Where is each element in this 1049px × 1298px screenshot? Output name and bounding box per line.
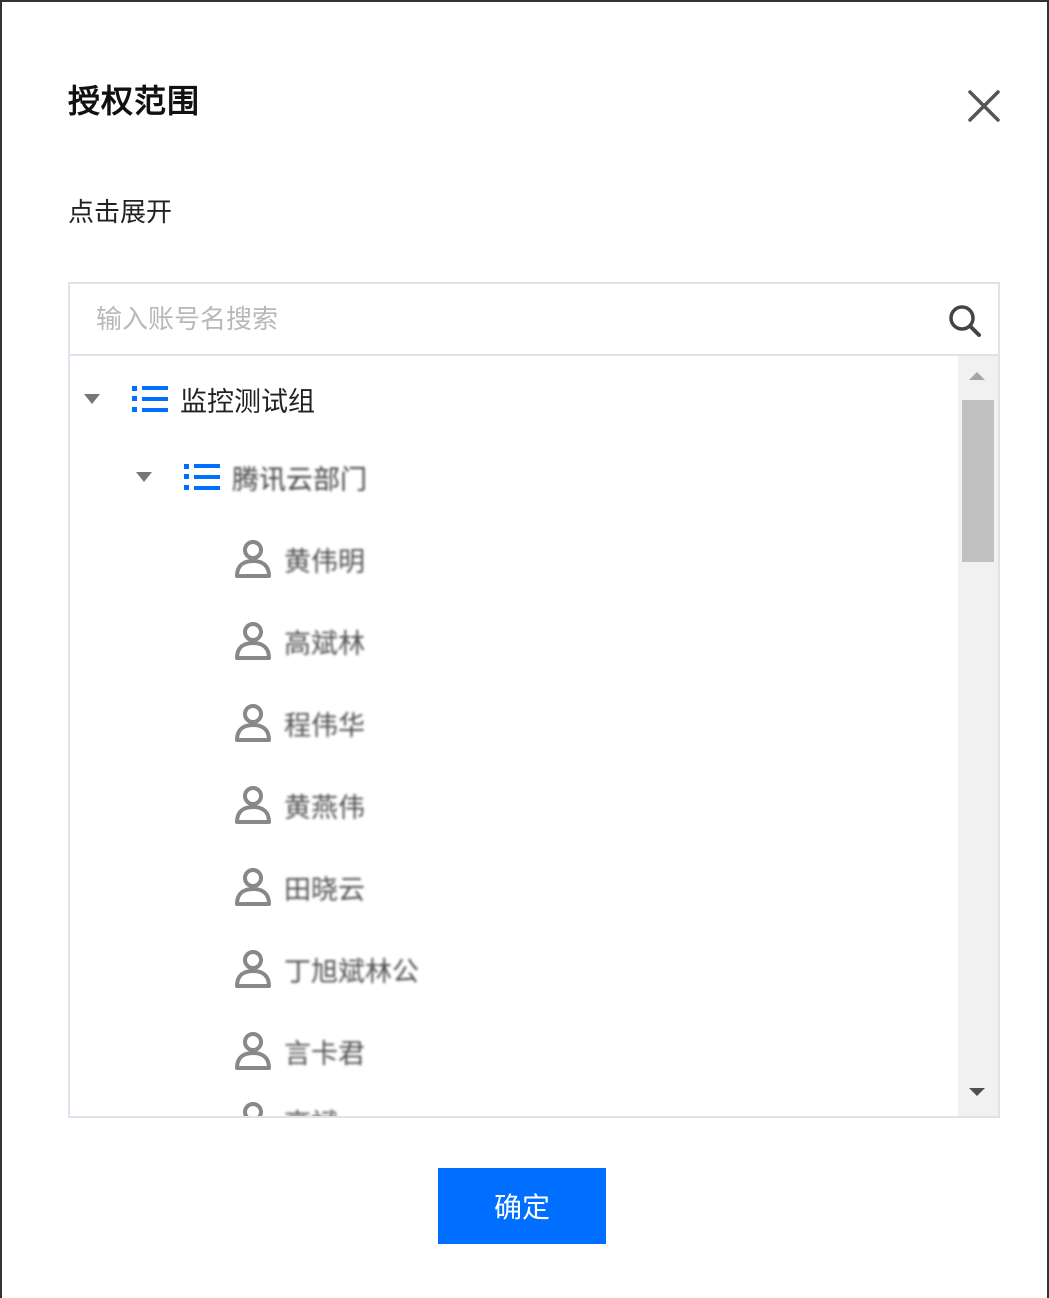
- search-input[interactable]: [96, 294, 936, 346]
- tree-user-item[interactable]: 田晓云: [234, 862, 365, 912]
- user-icon: [235, 786, 271, 824]
- list-icon: [184, 464, 220, 490]
- user-icon: [235, 704, 271, 742]
- user-icon: [235, 622, 271, 660]
- tree-node-label: 监控测试组: [180, 386, 315, 418]
- user-label: 黄伟明: [284, 546, 365, 578]
- user-label: 田晓云: [284, 874, 365, 906]
- caret-down-icon[interactable]: [84, 394, 100, 404]
- user-icon: [235, 1032, 271, 1070]
- tree-user-item[interactable]: 高斌林: [234, 616, 365, 666]
- tree-user-item[interactable]: 丁旭斌林公: [234, 944, 419, 994]
- close-icon[interactable]: [964, 86, 1004, 126]
- scroll-down-arrow-icon[interactable]: [969, 1088, 985, 1096]
- tree-node-label: 腾讯云部门: [232, 464, 367, 496]
- user-icon: [235, 950, 271, 988]
- search-box: [68, 282, 1000, 356]
- user-icon: [235, 540, 271, 578]
- user-label: 言卡君: [284, 1038, 365, 1070]
- tree-user-item[interactable]: 程伟华: [234, 698, 365, 748]
- expand-hint: 点击展开: [68, 198, 173, 228]
- tree-user-item[interactable]: 言卡君: [234, 1026, 365, 1076]
- dialog-title: 授权范围: [68, 82, 201, 120]
- scrollbar[interactable]: [958, 356, 998, 1116]
- confirm-button[interactable]: 确定: [438, 1168, 606, 1244]
- list-icon: [132, 386, 168, 412]
- tree-user-item[interactable]: 黄燕伟: [234, 780, 365, 830]
- user-icon: [243, 1102, 263, 1116]
- user-label: 程伟华: [284, 710, 365, 742]
- scroll-thumb[interactable]: [962, 400, 994, 562]
- user-label: 丁旭斌林公: [284, 956, 419, 988]
- scroll-up-arrow-icon[interactable]: [969, 372, 985, 380]
- tree-user-item[interactable]: 高斌: [234, 1096, 338, 1117]
- authorization-scope-dialog: 授权范围 点击展开 监控测试组: [0, 0, 1049, 1298]
- user-label: 高斌: [284, 1102, 338, 1117]
- account-tree: 监控测试组 腾讯云部门 黄伟明 高斌林 程伟华 黄燕伟 田晓云 丁旭斌林公 言卡…: [68, 356, 1000, 1118]
- tree-node-root[interactable]: 监控测试组: [84, 374, 315, 424]
- caret-down-icon[interactable]: [136, 472, 152, 482]
- user-icon: [235, 868, 271, 906]
- tree-node-group[interactable]: 腾讯云部门: [136, 452, 367, 502]
- user-label: 高斌林: [284, 628, 365, 660]
- tree-user-item[interactable]: 黄伟明: [234, 534, 365, 584]
- user-label: 黄燕伟: [284, 792, 365, 824]
- search-icon[interactable]: [946, 302, 984, 340]
